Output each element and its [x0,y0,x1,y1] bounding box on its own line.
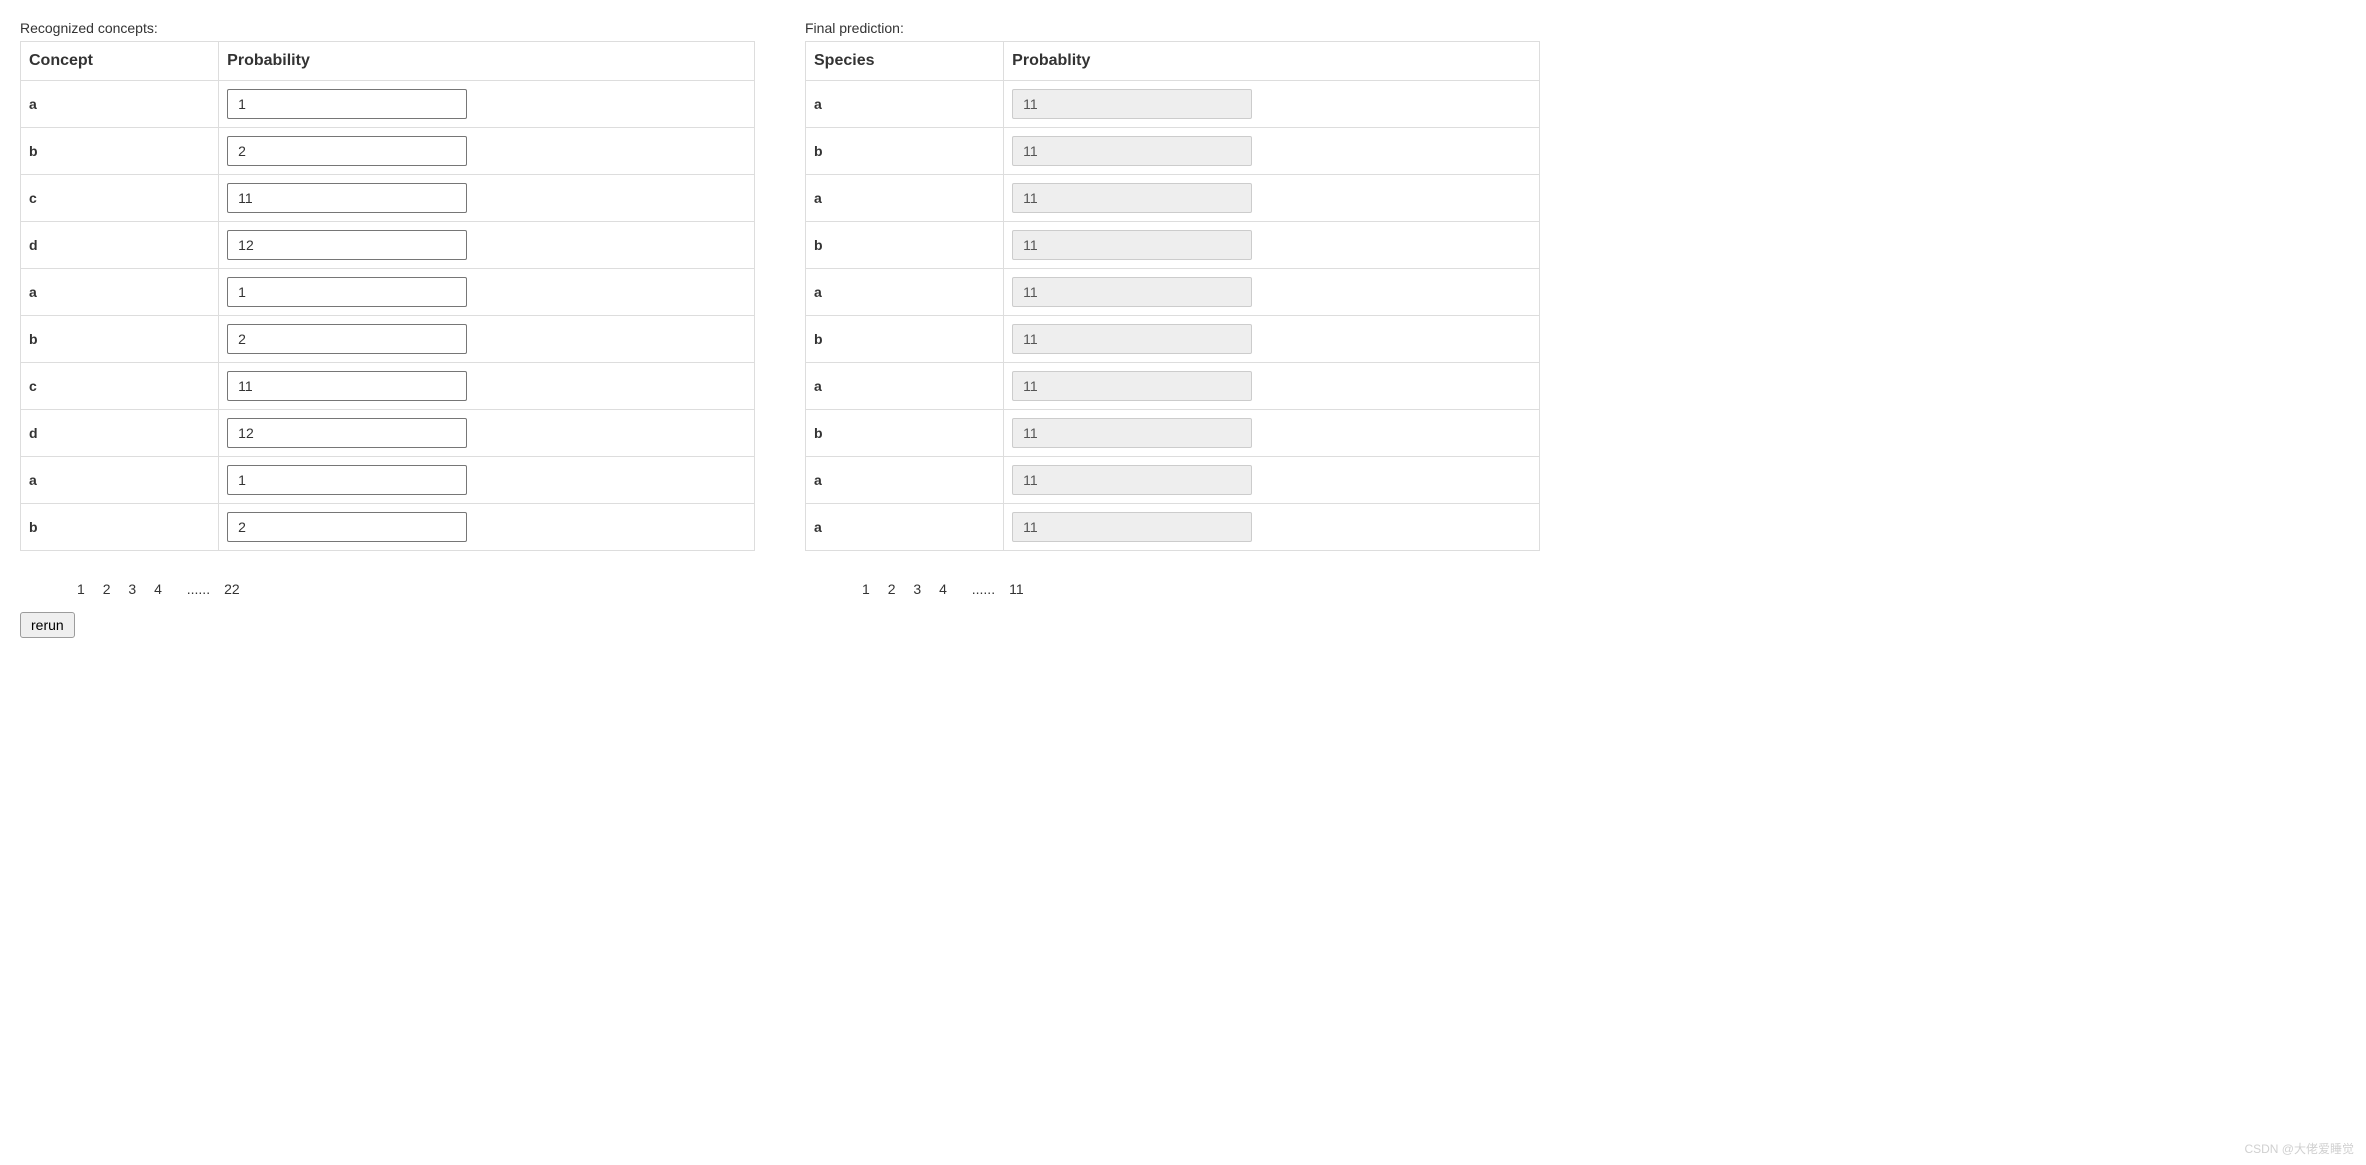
probability-output [1012,277,1252,307]
species-label: a [806,269,1004,316]
probability-input[interactable] [227,465,467,495]
prediction-table: Species Probablity a b a b [805,41,1540,551]
rerun-button[interactable]: rerun [20,612,75,638]
page-link-last[interactable]: 22 [217,581,247,597]
pagination-ellipsis: ......11 [958,581,1038,597]
table-row: b [21,128,755,175]
species-label: a [806,175,1004,222]
concept-label: c [21,175,219,222]
table-row: d [21,222,755,269]
table-row: b [806,410,1540,457]
species-label: b [806,410,1004,457]
page-link[interactable]: 2 [96,581,118,597]
table-row: d [21,410,755,457]
probability-output [1012,371,1252,401]
page-link[interactable]: 4 [932,581,954,597]
table-row: b [806,316,1540,363]
table-row: a [806,457,1540,504]
table-row: b [806,222,1540,269]
table-row: a [806,269,1540,316]
final-prediction-panel: Final prediction: Species Probablity a b [805,20,1540,638]
table-row: b [21,504,755,551]
prediction-pagination: 1 2 3 4 ......11 [855,581,1540,597]
probability-input[interactable] [227,277,467,307]
probability-input[interactable] [227,89,467,119]
page-link[interactable]: 3 [906,581,928,597]
table-row: a [806,504,1540,551]
species-label: b [806,128,1004,175]
concept-label: c [21,363,219,410]
concept-label: a [21,269,219,316]
concept-label: b [21,316,219,363]
table-row: c [21,175,755,222]
pagination-ellipsis: ......22 [173,581,254,597]
concepts-pagination: 1 2 3 4 ......22 [70,581,755,597]
table-row: b [21,316,755,363]
page-link[interactable]: 4 [147,581,169,597]
concepts-header-probability: Probability [219,42,755,81]
table-row: a [21,269,755,316]
probability-output [1012,89,1252,119]
probability-input[interactable] [227,418,467,448]
final-prediction-title: Final prediction: [805,20,1540,36]
table-row: a [806,81,1540,128]
species-label: b [806,222,1004,269]
probability-output [1012,512,1252,542]
table-row: a [21,81,755,128]
concepts-header-concept: Concept [21,42,219,81]
page-link[interactable]: 3 [121,581,143,597]
page-link-last[interactable]: 11 [1002,581,1031,597]
probability-output [1012,230,1252,260]
prediction-header-probability: Probablity [1004,42,1540,81]
probability-input[interactable] [227,183,467,213]
species-label: a [806,81,1004,128]
probability-input[interactable] [227,136,467,166]
concept-label: a [21,81,219,128]
probability-input[interactable] [227,324,467,354]
concept-label: d [21,222,219,269]
probability-output [1012,324,1252,354]
probability-output [1012,136,1252,166]
recognized-concepts-panel: Recognized concepts: Concept Probability… [20,20,755,638]
page-link[interactable]: 1 [855,581,877,597]
species-label: a [806,504,1004,551]
probability-output [1012,465,1252,495]
probability-input[interactable] [227,512,467,542]
page-link[interactable]: 2 [881,581,903,597]
concept-label: b [21,128,219,175]
table-row: a [806,175,1540,222]
species-label: a [806,457,1004,504]
concepts-table: Concept Probability a b c d [20,41,755,551]
page-link[interactable]: 1 [70,581,92,597]
probability-input[interactable] [227,371,467,401]
recognized-concepts-title: Recognized concepts: [20,20,755,36]
species-label: a [806,363,1004,410]
concept-label: a [21,457,219,504]
probability-output [1012,183,1252,213]
table-row: a [806,363,1540,410]
species-label: b [806,316,1004,363]
prediction-header-species: Species [806,42,1004,81]
probability-output [1012,418,1252,448]
table-row: b [806,128,1540,175]
watermark: CSDN @大佬爱睡觉 [2244,1140,2354,1157]
probability-input[interactable] [227,230,467,260]
table-row: a [21,457,755,504]
concept-label: d [21,410,219,457]
table-row: c [21,363,755,410]
concept-label: b [21,504,219,551]
